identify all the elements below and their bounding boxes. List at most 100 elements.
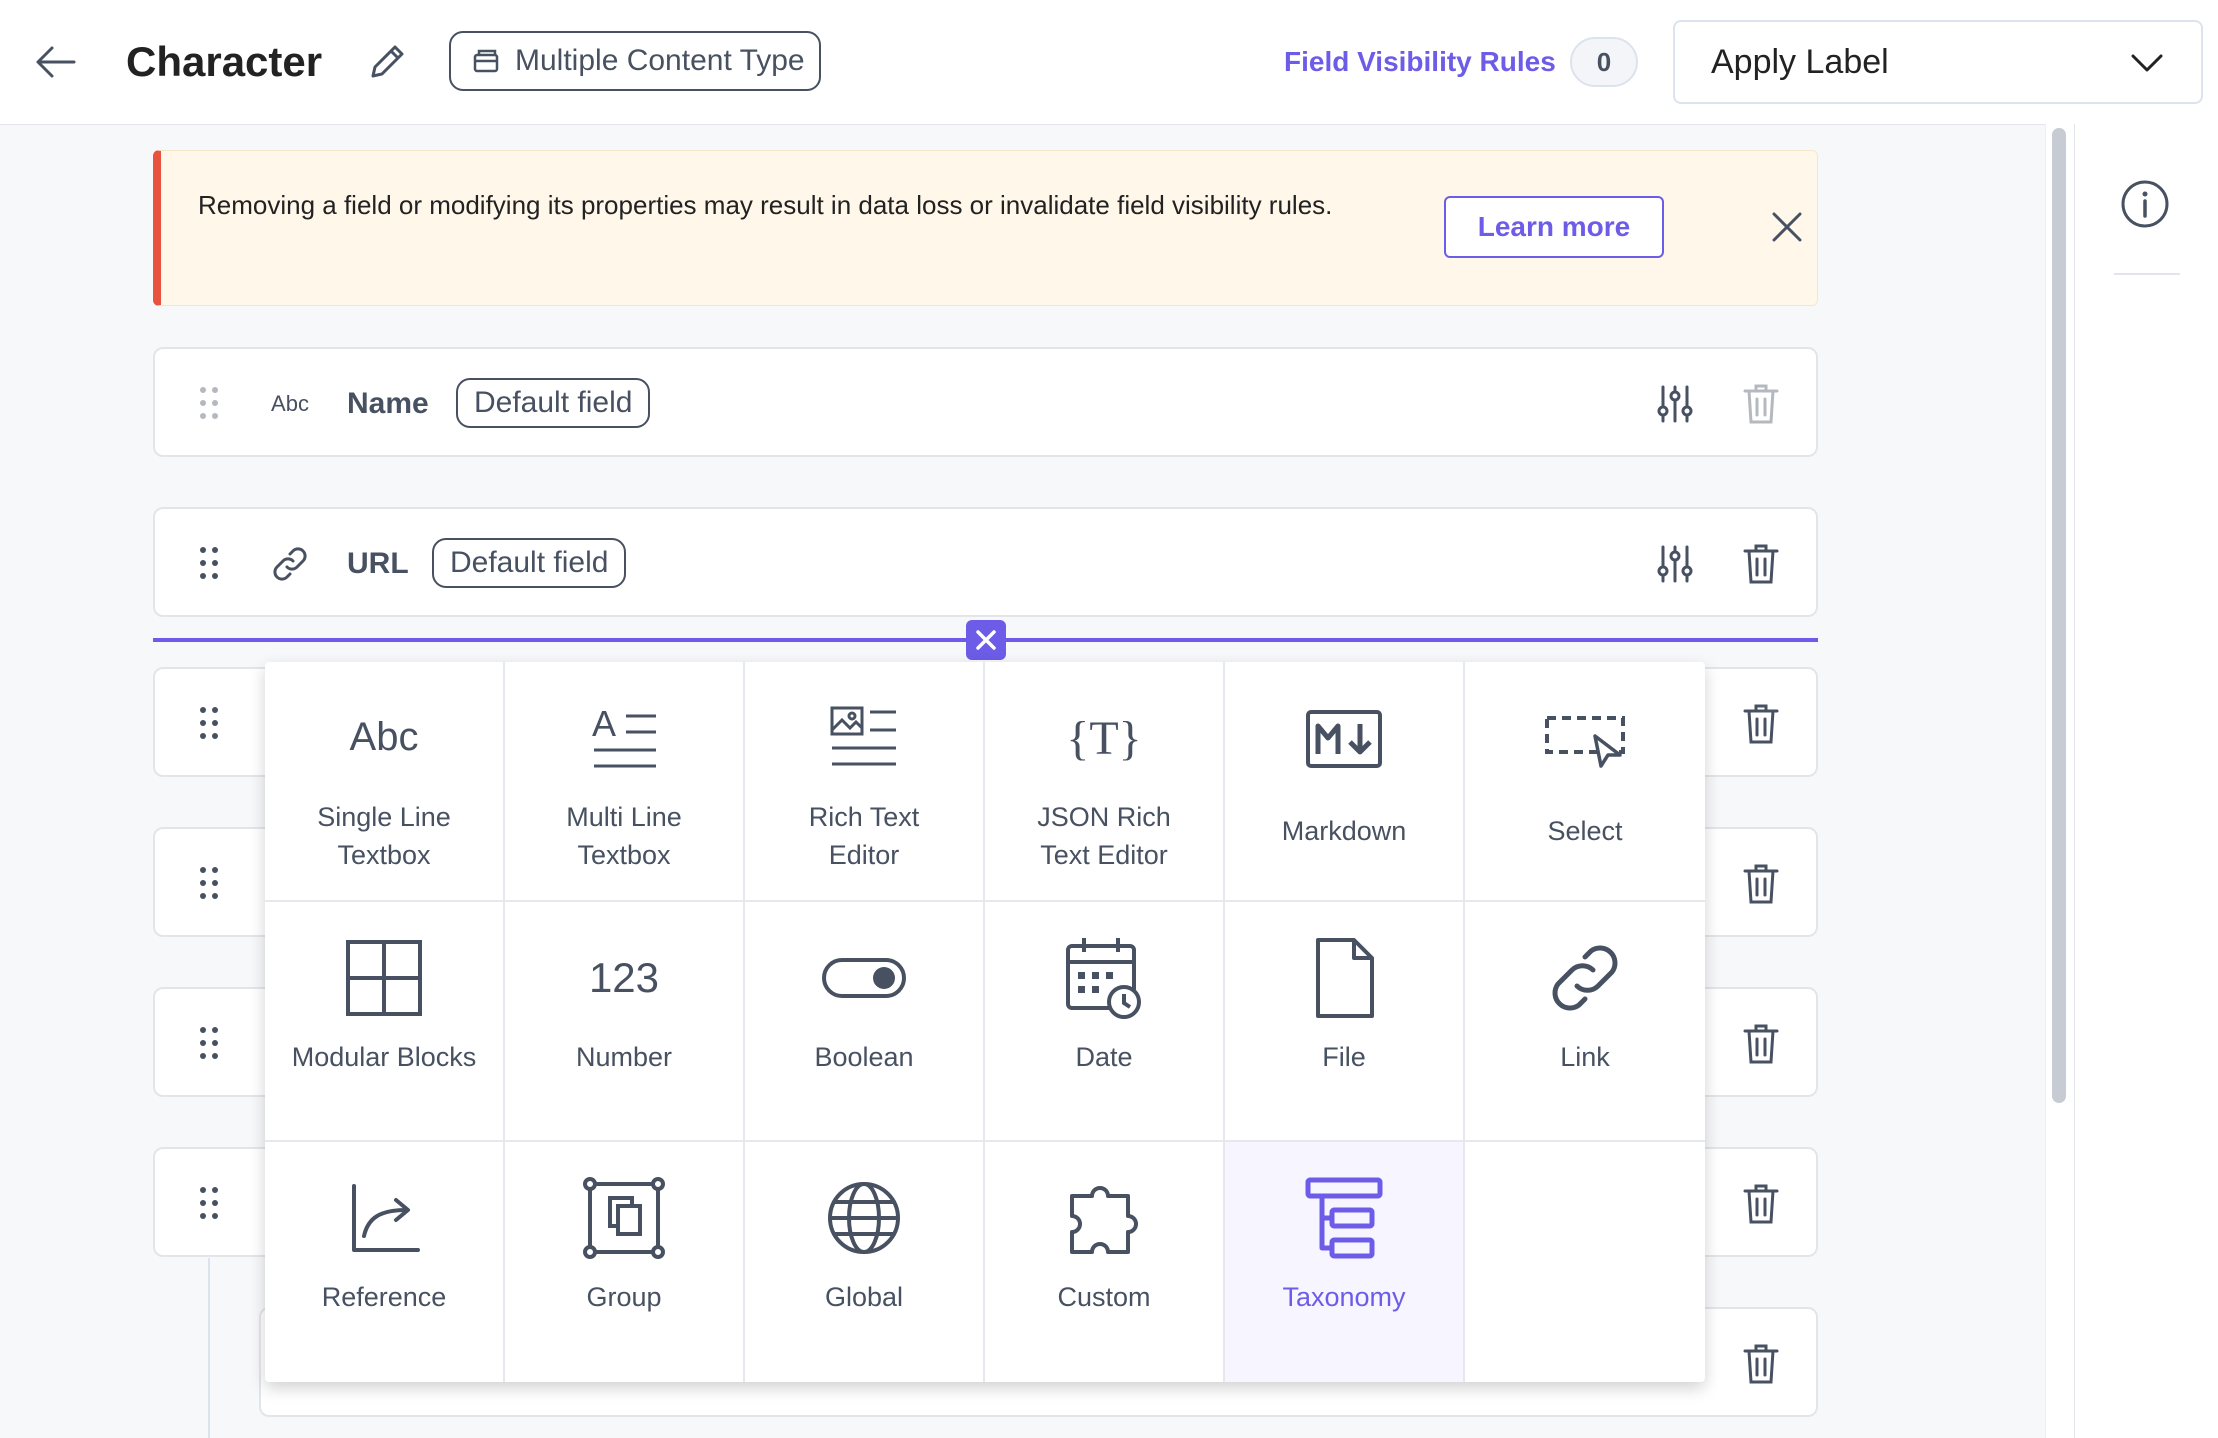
- close-picker-button[interactable]: [966, 620, 1006, 660]
- field-type-custom[interactable]: Custom: [985, 1142, 1225, 1382]
- toggle-icon: [818, 932, 910, 1024]
- multiline-text-icon: A: [578, 692, 670, 784]
- field-type-label: Number: [575, 1042, 673, 1072]
- right-rail: [2074, 124, 2218, 1438]
- markdown-icon: [1298, 692, 1390, 784]
- warning-banner: Removing a field or modifying its proper…: [153, 150, 1818, 306]
- field-type-label: Reference: [321, 1282, 447, 1312]
- nested-tree-line: [208, 1258, 210, 1438]
- drag-handle-icon[interactable]: [197, 865, 221, 901]
- info-icon[interactable]: [2119, 178, 2171, 230]
- field-type-reference[interactable]: Reference: [265, 1142, 505, 1382]
- modular-blocks-icon: [338, 932, 430, 1024]
- calendar-icon: [1058, 932, 1150, 1024]
- field-type-label: File: [1322, 1042, 1366, 1072]
- drag-handle-icon[interactable]: [197, 1185, 221, 1221]
- svg-text:{T}: {T}: [1066, 712, 1141, 765]
- svg-text:123: 123: [589, 954, 659, 1001]
- field-type-label: Multi Line Textbox: [566, 802, 682, 870]
- field-type-label: Taxonomy: [1282, 1282, 1406, 1312]
- field-name: Name: [347, 387, 429, 420]
- field-name: URL: [347, 547, 409, 580]
- page-title: Character: [126, 38, 323, 85]
- number-icon: 123: [578, 932, 670, 1024]
- field-type-label: Single Line Textbox: [317, 802, 451, 870]
- field-type-markdown[interactable]: Markdown: [1225, 662, 1465, 902]
- learn-more-button[interactable]: Learn more: [1444, 196, 1664, 258]
- trash-icon[interactable]: [1742, 543, 1780, 585]
- field-type-single-line[interactable]: Abc Single Line Textbox: [265, 662, 505, 902]
- drag-handle-icon[interactable]: [197, 705, 221, 741]
- field-type-label: Rich Text Editor: [808, 802, 920, 870]
- field-type-taxonomy[interactable]: Taxonomy: [1225, 1142, 1465, 1382]
- field-type-picker: Abc Single Line Textbox A Multi Line Tex…: [265, 662, 1705, 1382]
- default-field-badge: Default field: [456, 378, 651, 428]
- field-type-link[interactable]: Link: [1465, 902, 1705, 1142]
- trash-icon: [1742, 383, 1780, 425]
- drag-handle-icon[interactable]: [197, 1025, 221, 1061]
- taxonomy-icon: [1298, 1172, 1390, 1264]
- field-type-group[interactable]: Group: [505, 1142, 745, 1382]
- settings-sliders-icon[interactable]: [1654, 543, 1696, 585]
- group-icon: [578, 1172, 670, 1264]
- default-field-badge: Default field: [432, 538, 627, 588]
- globe-icon: [818, 1172, 910, 1264]
- field-type-label: Boolean: [814, 1042, 914, 1072]
- field-type-label: Select: [1547, 816, 1623, 846]
- field-type-label: Link: [1560, 1042, 1610, 1072]
- field-type-label: Markdown: [1281, 816, 1407, 846]
- field-type-multi-line[interactable]: A Multi Line Textbox: [505, 662, 745, 902]
- rail-divider: [2114, 273, 2180, 275]
- trash-icon[interactable]: [1742, 1023, 1780, 1065]
- trash-icon[interactable]: [1742, 703, 1780, 745]
- close-icon[interactable]: [1766, 206, 1808, 248]
- field-row-name[interactable]: Abc Name Default field: [153, 347, 1818, 457]
- drag-handle-icon[interactable]: [197, 545, 221, 581]
- abc-icon: Abc: [338, 692, 430, 784]
- settings-sliders-icon[interactable]: [1654, 383, 1696, 425]
- chevron-down-icon: [2129, 48, 2165, 78]
- link-icon: [1539, 932, 1631, 1024]
- content-type-pill[interactable]: Multiple Content Type: [449, 31, 821, 91]
- field-type-number[interactable]: 123 Number: [505, 902, 745, 1142]
- field-type-label: Date: [1075, 1042, 1133, 1072]
- pencil-icon[interactable]: [363, 38, 411, 86]
- field-type-label: Custom: [1057, 1282, 1151, 1312]
- field-row-url[interactable]: URL Default field: [153, 507, 1818, 617]
- field-type-boolean[interactable]: Boolean: [745, 902, 985, 1142]
- top-bar: Character Multiple Content Type Field Vi…: [0, 0, 2218, 125]
- apply-label-text: Apply Label: [1711, 42, 1889, 81]
- field-type-global[interactable]: Global: [745, 1142, 985, 1382]
- trash-icon[interactable]: [1742, 863, 1780, 905]
- puzzle-icon: [1058, 1172, 1150, 1264]
- empty-tile: [1465, 1142, 1705, 1382]
- field-type-json-rte[interactable]: {T} JSON Rich Text Editor: [985, 662, 1225, 902]
- field-visibility-rules-count: 0: [1570, 37, 1638, 87]
- svg-text:Abc: Abc: [350, 715, 419, 759]
- scrollbar-thumb[interactable]: [2052, 128, 2066, 1103]
- trash-icon[interactable]: [1742, 1343, 1780, 1385]
- content-type-icon: [471, 46, 501, 76]
- content-type-label: Multiple Content Type: [515, 44, 805, 77]
- abc-icon: Abc: [271, 391, 309, 416]
- field-type-modular-blocks[interactable]: Modular Blocks: [265, 902, 505, 1142]
- rich-text-icon: [818, 692, 910, 784]
- field-type-file[interactable]: File: [1225, 902, 1465, 1142]
- field-type-label: Modular Blocks: [291, 1042, 477, 1072]
- svg-text:A: A: [592, 703, 616, 744]
- field-visibility-rules-link[interactable]: Field Visibility Rules: [1284, 42, 1556, 82]
- back-arrow-icon[interactable]: [30, 38, 80, 86]
- reference-icon: [338, 1172, 430, 1264]
- link-icon: [267, 542, 313, 586]
- drag-handle-icon: [197, 385, 221, 421]
- trash-icon[interactable]: [1742, 1183, 1780, 1225]
- file-icon: [1298, 932, 1390, 1024]
- select-icon: [1539, 692, 1631, 784]
- apply-label-dropdown[interactable]: Apply Label: [1673, 20, 2203, 104]
- field-type-label: Group: [586, 1282, 662, 1312]
- field-type-date[interactable]: Date: [985, 902, 1225, 1142]
- field-type-rich-text[interactable]: Rich Text Editor: [745, 662, 985, 902]
- banner-message: Removing a field or modifying its proper…: [198, 190, 1333, 220]
- field-type-select[interactable]: Select: [1465, 662, 1705, 902]
- close-icon: [976, 630, 996, 650]
